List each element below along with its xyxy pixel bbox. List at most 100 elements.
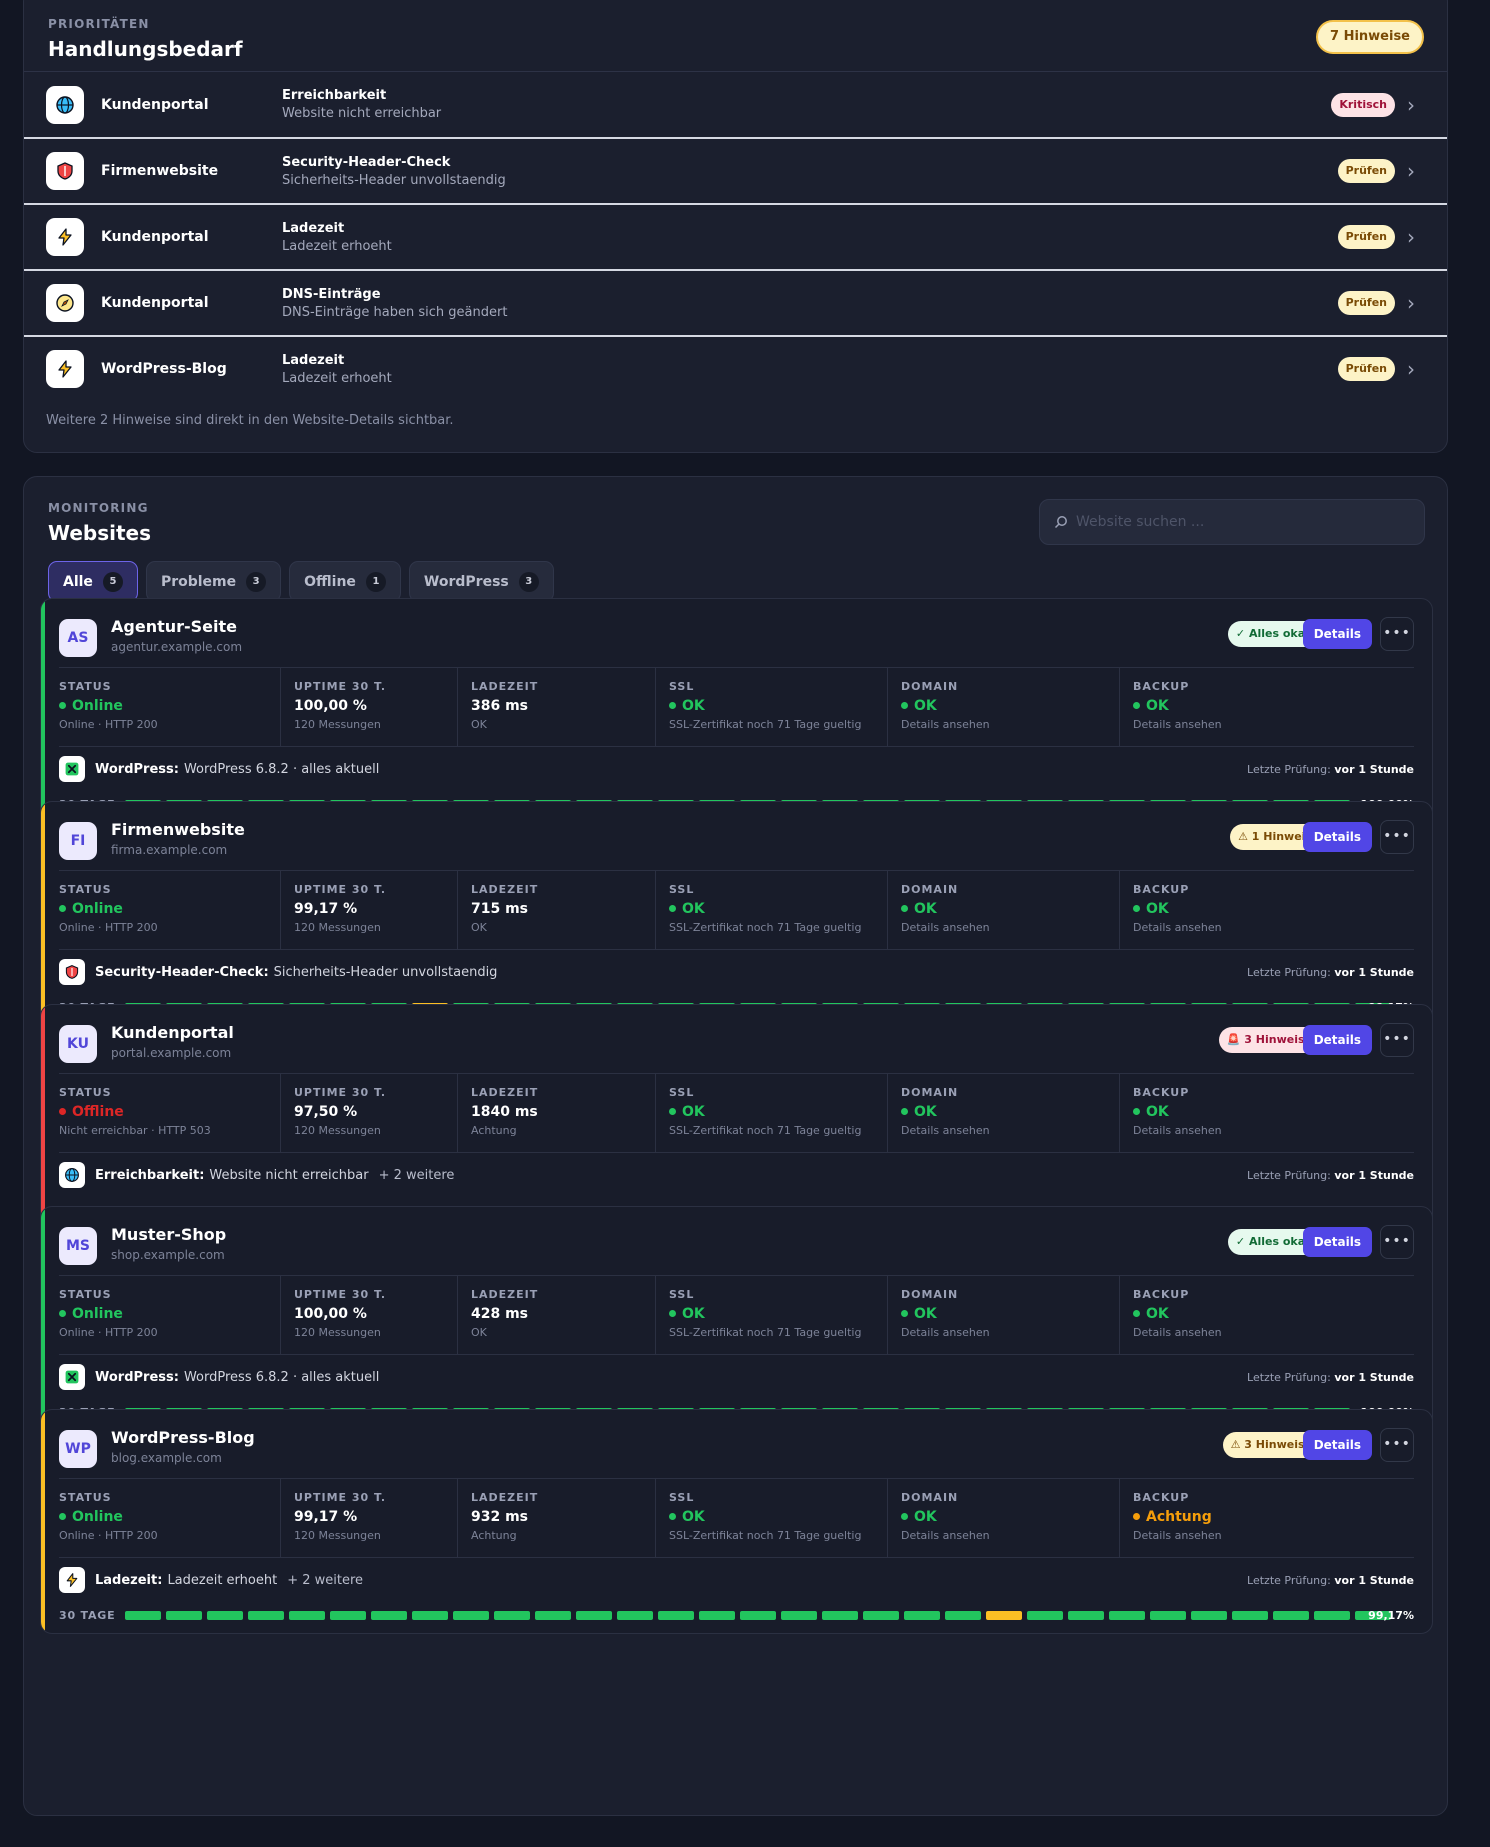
tab-wordpress[interactable]: WordPress 3 (408, 561, 554, 602)
priority-row[interactable]: Kundenportal DNS-Einträge DNS-Einträge h… (24, 269, 1447, 335)
uptime-day-segment[interactable] (330, 1610, 366, 1620)
more-options-button[interactable]: ••• (1380, 1023, 1414, 1057)
ssl-value: OK (669, 698, 887, 714)
domain-detail[interactable]: Details ansehen (901, 1529, 1119, 1542)
chevron-right-icon[interactable]: › (1407, 159, 1415, 183)
note-more-link[interactable]: + 2 weitere (379, 1168, 455, 1183)
uptime-day-segment[interactable] (1068, 1610, 1104, 1620)
uptime-day-segment[interactable] (740, 1610, 776, 1620)
tab-problems[interactable]: Probleme 3 (145, 561, 282, 602)
site-card: WP WordPress-Blog blog.example.com ⚠ 3 H… (40, 1409, 1433, 1634)
more-options-button[interactable]: ••• (1380, 1428, 1414, 1462)
details-button[interactable]: Details (1302, 822, 1372, 852)
more-options-button[interactable]: ••• (1380, 617, 1414, 651)
details-button[interactable]: Details (1302, 1430, 1372, 1460)
search-input[interactable] (1076, 514, 1406, 530)
uptime-day-segment[interactable] (699, 1610, 735, 1620)
uptime-day-segment[interactable] (1232, 1610, 1268, 1620)
uptime-history: 30 TAGE 99,17% (59, 1607, 1414, 1623)
chevron-right-icon[interactable]: › (1407, 225, 1415, 249)
uptime-day-segment[interactable] (863, 1610, 899, 1620)
hint-count-badge[interactable]: 7 Hinweise (1316, 20, 1424, 54)
uptime-day-segment[interactable] (945, 1610, 981, 1620)
domain-value: OK (901, 1509, 1119, 1525)
site-name[interactable]: Kundenportal (111, 1023, 234, 1042)
tab-offline[interactable]: Offline 1 (289, 561, 401, 602)
priority-row[interactable]: WordPress-Blog Ladezeit Ladezeit erhoeht… (24, 335, 1447, 401)
domain-detail[interactable]: Details ansehen (901, 1124, 1119, 1137)
search-box[interactable] (1039, 499, 1425, 545)
more-options-button[interactable]: ••• (1380, 1225, 1414, 1259)
uptime-day-segment[interactable] (1150, 1610, 1186, 1620)
backup-value: OK (1133, 1306, 1414, 1322)
uptime-day-segment[interactable] (904, 1610, 940, 1620)
site-name[interactable]: Firmenwebsite (111, 820, 245, 839)
uptime-day-segment[interactable] (1109, 1610, 1145, 1620)
backup-detail[interactable]: Details ansehen (1133, 1124, 1414, 1137)
domain-detail[interactable]: Details ansehen (901, 921, 1119, 934)
load-time-value: 715 ms (471, 901, 529, 917)
site-metrics: STATUS Offline Nicht erreichbar · HTTP 5… (59, 1073, 1414, 1153)
uptime-day-segment[interactable] (781, 1610, 817, 1620)
metric-domain: DOMAIN OK Details ansehen (888, 668, 1120, 746)
uptime-day-segment[interactable] (248, 1610, 284, 1620)
uptime-day-segment[interactable] (986, 1610, 1022, 1620)
uptime-value: 97,50 % (294, 1104, 358, 1120)
chevron-right-icon[interactable]: › (1407, 93, 1415, 117)
priority-row[interactable]: Kundenportal Erreichbarkeit Website nich… (24, 71, 1447, 137)
backup-detail[interactable]: Details ansehen (1133, 1529, 1414, 1542)
uptime-day-segment[interactable] (371, 1610, 407, 1620)
details-button[interactable]: Details (1302, 1025, 1372, 1055)
site-name[interactable]: WordPress-Blog (111, 1428, 255, 1447)
metric-label: DOMAIN (901, 1086, 959, 1099)
ssl-detail: SSL-Zertifikat noch 71 Tage gueltig (669, 1529, 862, 1542)
uptime-day-segment[interactable] (617, 1610, 653, 1620)
priority-description: Website nicht erreichbar (282, 106, 442, 121)
metric-label: BACKUP (1133, 1288, 1190, 1301)
priority-site-name: Firmenwebsite (101, 163, 219, 179)
more-options-button[interactable]: ••• (1380, 820, 1414, 854)
site-name[interactable]: Agentur-Seite (111, 617, 237, 636)
site-status-accent (41, 1207, 45, 1430)
uptime-day-segment[interactable] (1191, 1610, 1227, 1620)
metric-status: STATUS Offline Nicht erreichbar · HTTP 5… (59, 1074, 281, 1152)
tab-all[interactable]: Alle 5 (48, 561, 138, 602)
note-more-link[interactable]: + 2 weitere (287, 1573, 363, 1588)
ssl-dot (669, 1310, 676, 1317)
uptime-day-segment[interactable] (822, 1610, 858, 1620)
priority-row[interactable]: Firmenwebsite Security-Header-Check Sich… (24, 137, 1447, 203)
uptime-day-segment[interactable] (453, 1610, 489, 1620)
last-check-value: vor 1 Stunde (1334, 1573, 1414, 1587)
priority-row[interactable]: Kundenportal Ladezeit Ladezeit erhoeht P… (24, 203, 1447, 269)
uptime-day-segment[interactable] (658, 1610, 694, 1620)
uptime-day-segment[interactable] (289, 1610, 325, 1620)
details-button[interactable]: Details (1302, 1227, 1372, 1257)
details-button[interactable]: Details (1302, 619, 1372, 649)
uptime-day-segment[interactable] (494, 1610, 530, 1620)
uptime-day-segment[interactable] (412, 1610, 448, 1620)
uptime-day-segment[interactable] (576, 1610, 612, 1620)
site-avatar: MS (59, 1227, 97, 1265)
ssl-dot (669, 905, 676, 912)
backup-detail[interactable]: Details ansehen (1133, 1326, 1414, 1339)
status-value: Online (59, 1509, 280, 1525)
last-check-label: Letzte Prüfung: (1247, 1168, 1331, 1182)
domain-detail[interactable]: Details ansehen (901, 1326, 1119, 1339)
uptime-day-segment[interactable] (1027, 1610, 1063, 1620)
uptime-day-segment[interactable] (207, 1610, 243, 1620)
severity-badge: Prüfen (1337, 357, 1395, 381)
uptime-day-segment[interactable] (1314, 1610, 1350, 1620)
uptime-day-segment[interactable] (535, 1610, 571, 1620)
backup-detail[interactable]: Details ansehen (1133, 718, 1414, 731)
site-name[interactable]: Muster-Shop (111, 1225, 226, 1244)
uptime-day-segment[interactable] (1273, 1610, 1309, 1620)
backup-detail[interactable]: Details ansehen (1133, 921, 1414, 934)
uptime-day-segment[interactable] (125, 1610, 161, 1620)
uptime-day-segment[interactable] (166, 1610, 202, 1620)
domain-detail[interactable]: Details ansehen (901, 718, 1119, 731)
metric-label: SSL (669, 680, 695, 693)
chevron-right-icon[interactable]: › (1407, 357, 1415, 381)
ssl-text: OK (682, 1104, 705, 1120)
chevron-right-icon[interactable]: › (1407, 291, 1415, 315)
backup-dot (1133, 1513, 1140, 1520)
